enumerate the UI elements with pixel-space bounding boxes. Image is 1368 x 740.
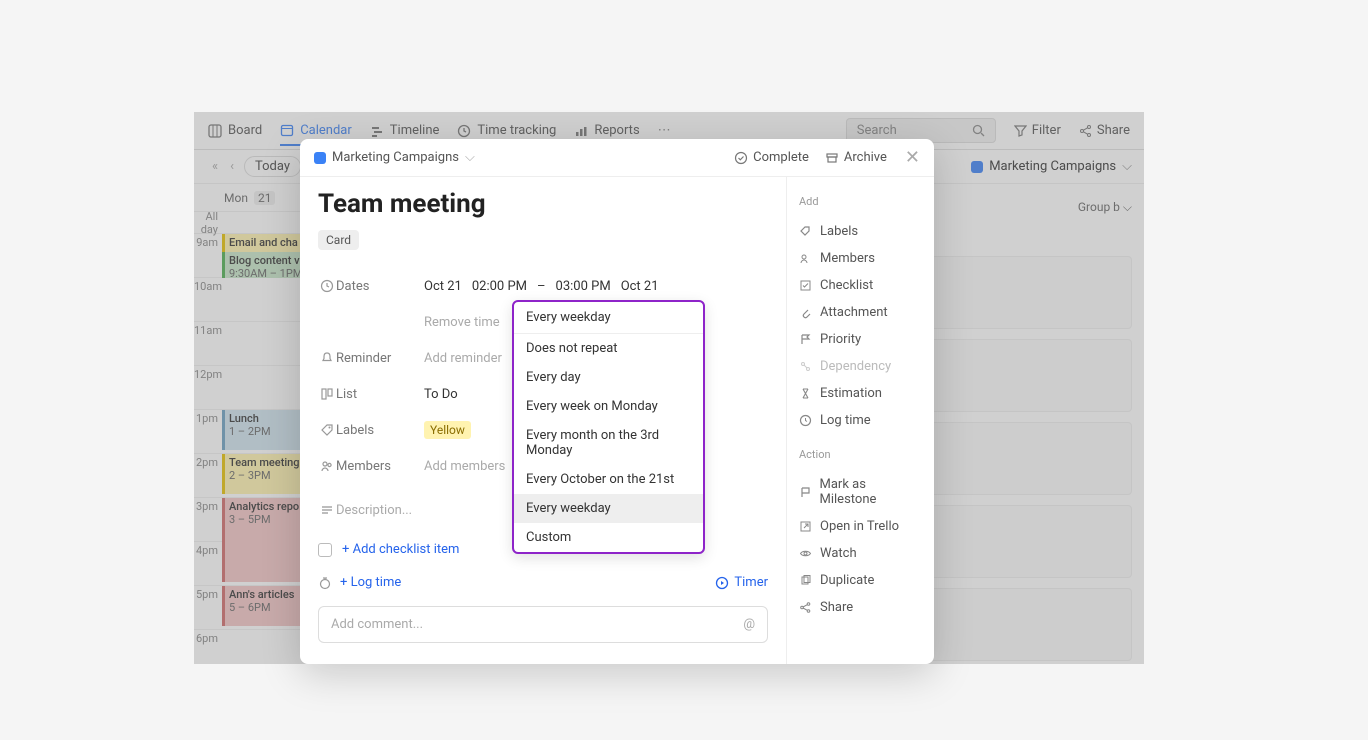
side-logtime[interactable]: Log time xyxy=(799,407,922,434)
time-end[interactable]: 03:00 PM xyxy=(556,279,611,294)
share-icon xyxy=(799,601,812,614)
repeat-current[interactable]: Every weekday xyxy=(514,302,703,334)
checklist-checkbox[interactable] xyxy=(318,543,332,557)
board-icon xyxy=(208,124,222,138)
modal-sidebar: Add Labels Members Checklist Attachment … xyxy=(786,177,934,664)
calendar-icon xyxy=(280,123,294,137)
paperclip-icon xyxy=(799,306,812,319)
timeline-icon xyxy=(370,124,384,138)
external-icon xyxy=(799,520,812,533)
repeat-option[interactable]: Does not repeat xyxy=(514,334,703,363)
chevron-down-icon: ⌵ xyxy=(1123,200,1132,214)
search-icon xyxy=(972,124,985,137)
side-dependency[interactable]: Dependency xyxy=(799,353,922,380)
side-checklist[interactable]: Checklist xyxy=(799,272,922,299)
complete-button[interactable]: Complete xyxy=(734,150,809,165)
repeat-option[interactable]: Every month on the 3rd Monday xyxy=(514,421,703,465)
task-title[interactable]: Team meeting xyxy=(318,189,768,219)
repeat-option[interactable]: Every October on the 21st xyxy=(514,465,703,494)
members-icon xyxy=(320,459,334,473)
filter-icon xyxy=(1014,124,1027,137)
project-breadcrumb[interactable]: Marketing Campaigns xyxy=(332,150,459,165)
tab-board[interactable]: Board xyxy=(208,117,262,144)
timer-button[interactable]: Timer xyxy=(715,575,768,590)
bell-icon xyxy=(320,351,334,365)
play-circle-icon xyxy=(715,576,729,590)
side-estimation[interactable]: Estimation xyxy=(799,380,922,407)
comment-input[interactable]: Add comment... @ xyxy=(318,606,768,643)
copy-icon xyxy=(799,574,812,587)
project-color-swatch xyxy=(314,152,326,164)
share-icon xyxy=(1079,124,1092,137)
nav-prev-week[interactable]: « xyxy=(206,159,224,174)
chart-icon xyxy=(574,124,588,138)
group-selector[interactable]: Group b ⌵ xyxy=(1078,200,1132,215)
clock-icon xyxy=(457,124,471,138)
card-type-chip[interactable]: Card xyxy=(318,230,359,250)
add-checklist-item[interactable]: + Add checklist item xyxy=(342,542,459,557)
description-icon xyxy=(320,503,334,517)
side-open-trello[interactable]: Open in Trello xyxy=(799,513,922,540)
tag-icon xyxy=(320,423,334,437)
archive-icon xyxy=(825,151,839,165)
close-button[interactable]: ✕ xyxy=(905,147,920,168)
side-milestone[interactable]: Mark as Milestone xyxy=(799,471,922,513)
time-start[interactable]: 02:00 PM xyxy=(472,279,527,294)
side-attachment[interactable]: Attachment xyxy=(799,299,922,326)
checklist-icon xyxy=(799,279,812,292)
filter-button[interactable]: Filter xyxy=(1014,123,1061,138)
dependency-icon xyxy=(799,360,812,373)
side-share[interactable]: Share xyxy=(799,594,922,621)
side-priority[interactable]: Priority xyxy=(799,326,922,353)
side-watch[interactable]: Watch xyxy=(799,540,922,567)
repeat-option[interactable]: Every day xyxy=(514,363,703,392)
nav-prev-day[interactable]: ‹ xyxy=(224,159,240,174)
clock-icon xyxy=(799,414,812,427)
check-circle-icon xyxy=(734,151,748,165)
today-button[interactable]: Today xyxy=(244,156,301,177)
mention-icon[interactable]: @ xyxy=(743,617,755,632)
chevron-down-icon: ⌵ xyxy=(1122,159,1132,174)
chevron-down-icon: ⌵ xyxy=(465,150,475,165)
tag-icon xyxy=(799,225,812,238)
repeat-option[interactable]: Custom xyxy=(514,523,703,552)
toolbar-more[interactable]: ⋯ xyxy=(658,123,671,138)
repeat-option[interactable]: Every week on Monday xyxy=(514,392,703,421)
stopwatch-icon xyxy=(318,576,332,590)
hourglass-icon xyxy=(799,387,812,400)
repeat-dropdown[interactable]: Every weekday Does not repeatEvery dayEv… xyxy=(512,300,705,554)
side-duplicate[interactable]: Duplicate xyxy=(799,567,922,594)
members-icon xyxy=(799,252,812,265)
date-end[interactable]: Oct 21 xyxy=(621,279,659,294)
flag-icon xyxy=(799,333,812,346)
list-icon xyxy=(320,387,334,401)
date-start[interactable]: Oct 21 xyxy=(424,279,462,294)
project-selector[interactable]: Marketing Campaigns⌵ xyxy=(971,159,1132,174)
clock-icon xyxy=(320,279,334,293)
side-members[interactable]: Members xyxy=(799,245,922,272)
label-chip[interactable]: Yellow xyxy=(424,421,471,439)
eye-icon xyxy=(799,547,812,560)
share-button[interactable]: Share xyxy=(1079,123,1130,138)
log-time-link[interactable]: + Log time xyxy=(340,575,401,590)
repeat-option[interactable]: Every weekday xyxy=(514,494,703,523)
archive-button[interactable]: Archive xyxy=(825,150,887,165)
side-labels[interactable]: Labels xyxy=(799,218,922,245)
project-color-swatch xyxy=(971,161,983,173)
milestone-icon xyxy=(799,486,812,499)
